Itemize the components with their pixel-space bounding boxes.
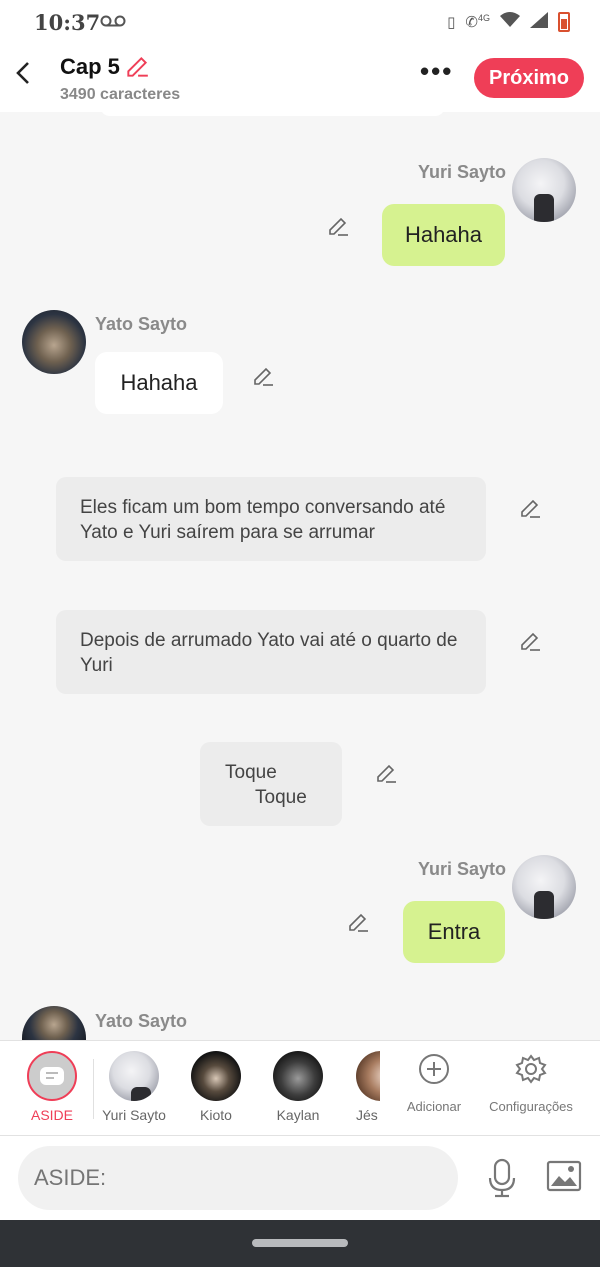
sender-name: Yuri Sayto <box>418 162 507 182</box>
character-jes[interactable]: Jés <box>356 1051 380 1123</box>
narration-block[interactable]: Toque Toque <box>200 742 342 826</box>
avatar-yuri-sayto <box>512 158 576 222</box>
character-kaylan[interactable]: Kaylan <box>268 1051 328 1123</box>
add-label: Adicionar <box>406 1099 462 1114</box>
character-avatar <box>109 1051 159 1101</box>
battery-icon <box>558 12 570 32</box>
character-label: Kaylan <box>276 1107 320 1123</box>
character-label: ASIDE <box>30 1107 73 1123</box>
vibrate-icon: ▯ <box>447 14 456 31</box>
edit-pencil-icon[interactable] <box>326 214 350 238</box>
image-icon[interactable] <box>546 1160 582 1192</box>
sender-name: Yuri Sayto <box>418 859 507 879</box>
avatar-yato-sayto <box>22 310 86 374</box>
aside-icon <box>27 1051 77 1101</box>
character-yuri-sayto[interactable]: Yuri Sayto <box>100 1051 168 1123</box>
character-avatar <box>273 1051 323 1101</box>
sender-name: Yato Sayto <box>95 314 188 334</box>
microphone-icon[interactable] <box>486 1158 518 1198</box>
edit-pencil-icon[interactable] <box>251 364 275 388</box>
avatar-yuri-sayto <box>512 855 576 919</box>
chapter-title: Cap 5 <box>60 54 120 79</box>
character-label: Jés <box>356 1107 378 1123</box>
next-button[interactable]: Próximo <box>474 58 584 98</box>
settings-label: Configurações <box>489 1099 573 1114</box>
status-time: 10:37 <box>34 10 101 35</box>
character-avatar <box>191 1051 241 1101</box>
narration-block[interactable]: Depois de arrumado Yato vai até o quarto… <box>56 610 486 694</box>
avatar-yato-sayto <box>22 1006 86 1040</box>
gear-icon <box>486 1053 576 1093</box>
narration-line: Toque <box>255 787 307 808</box>
home-gesture-pill[interactable] <box>252 1239 348 1247</box>
add-circle-icon <box>402 1053 466 1093</box>
sender-name: Yato Sayto <box>95 1011 188 1031</box>
character-label: Kioto <box>200 1107 232 1123</box>
character-aside[interactable]: ASIDE <box>22 1051 82 1123</box>
composer-bar <box>0 1136 600 1220</box>
character-label: Yuri Sayto <box>102 1107 166 1123</box>
character-kioto[interactable]: Kioto <box>187 1051 245 1123</box>
edit-title-pencil-icon[interactable] <box>124 54 150 86</box>
status-bar: 10:37 ▯ ✆4G <box>0 0 600 46</box>
message-bubble-right[interactable]: Hahaha <box>382 204 505 266</box>
signal-icon <box>530 12 548 32</box>
system-nav-bar <box>0 1220 600 1267</box>
more-options-icon[interactable]: ••• <box>420 56 453 87</box>
edit-pencil-icon[interactable] <box>374 761 398 785</box>
edit-pencil-icon[interactable] <box>518 629 542 653</box>
divider <box>93 1059 94 1119</box>
character-count: 3490 caracteres <box>60 86 181 103</box>
character-avatar <box>356 1051 380 1101</box>
voicemail-icon <box>100 12 126 33</box>
edit-pencil-icon[interactable] <box>346 910 370 934</box>
message-bubble-left[interactable]: Hahaha <box>95 352 223 414</box>
settings-button[interactable]: Configurações <box>486 1053 576 1114</box>
status-icons: ▯ ✆4G <box>447 12 570 32</box>
edit-pencil-icon[interactable] <box>518 496 542 520</box>
add-character-button[interactable]: Adicionar <box>402 1053 466 1114</box>
wifi-icon <box>500 12 520 32</box>
top-app-bar: Cap 5 3490 caracteres ••• Próximo <box>0 46 600 112</box>
previous-bubble-edge <box>100 104 445 116</box>
message-bubble-right[interactable]: Entra <box>403 901 505 963</box>
back-arrow-icon[interactable] <box>14 60 34 92</box>
narration-block[interactable]: Eles ficam um bom tempo conversando até … <box>56 477 486 561</box>
message-input[interactable] <box>18 1146 458 1210</box>
narration-line: Toque <box>225 762 277 783</box>
wifi-calling-icon: ✆4G <box>465 13 490 31</box>
character-selector-bar: ASIDE Yuri Sayto Kioto Kaylan Jés Adicio… <box>0 1040 600 1136</box>
